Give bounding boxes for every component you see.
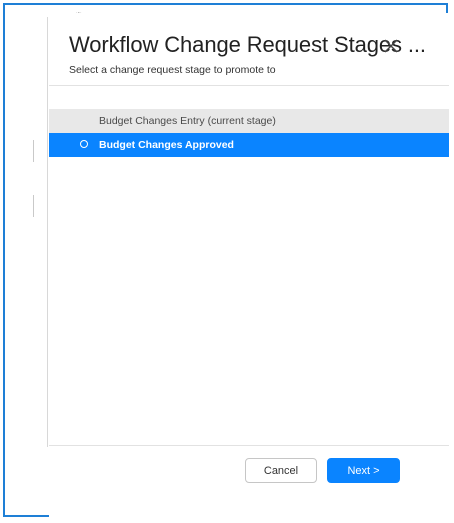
stage-list: Budget Changes Entry (current stage) Bud… xyxy=(49,109,449,157)
cancel-button[interactable]: Cancel xyxy=(245,458,317,483)
dialog-subtitle: Select a change request stage to promote… xyxy=(69,64,276,76)
header-divider xyxy=(49,85,449,86)
footer-divider xyxy=(49,445,449,446)
stage-label: Budget Changes Approved xyxy=(99,139,234,151)
radio-icon[interactable] xyxy=(80,140,88,148)
stage-row-current: Budget Changes Entry (current stage) xyxy=(49,109,449,133)
background-edge-mark xyxy=(33,195,34,217)
stage-label: Budget Changes Entry (current stage) xyxy=(99,115,276,127)
workflow-stages-dialog: Workflow Change Request Stages ... Selec… xyxy=(49,13,449,518)
next-button[interactable]: Next > xyxy=(327,458,400,483)
background-edge-mark xyxy=(33,140,34,162)
dialog-title: Workflow Change Request Stages ... xyxy=(69,32,426,57)
screenshot-frame: ⋇ Workflow Change Request Stages ... Sel… xyxy=(3,3,449,518)
background-panel-edge xyxy=(47,17,48,447)
close-button[interactable] xyxy=(381,36,401,56)
stage-row-selected[interactable]: Budget Changes Approved xyxy=(49,133,449,157)
close-icon xyxy=(384,39,398,53)
